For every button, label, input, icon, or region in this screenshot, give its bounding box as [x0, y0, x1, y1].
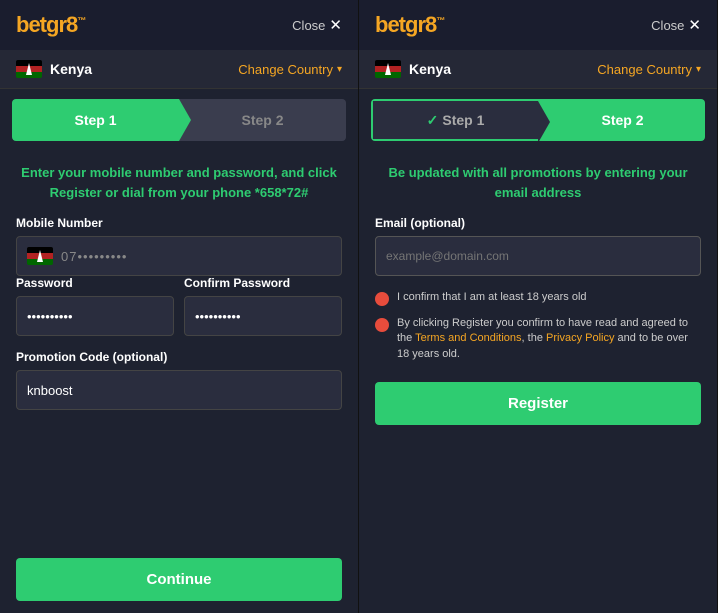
left-steps: Step 1 Step 2	[12, 99, 346, 141]
right-logo-text1: bet	[375, 12, 405, 37]
terms-confirm-radio[interactable]	[375, 318, 389, 332]
password-field-group: Password	[16, 276, 174, 336]
chevron-down-icon: ▾	[337, 64, 342, 75]
continue-button[interactable]: Continue	[16, 558, 342, 601]
left-country-bar: Kenya Change Country ▾	[0, 50, 358, 89]
left-flag-icon	[16, 60, 42, 78]
terms-link[interactable]: Terms and Conditions	[415, 332, 521, 344]
right-country-name: Kenya	[409, 61, 451, 77]
terms-confirm-row: By clicking Register you confirm to have…	[375, 316, 701, 362]
close-x-icon: ✕	[329, 16, 342, 34]
right-close-label: Close	[651, 18, 684, 33]
age-confirm-row: I confirm that I am at least 18 years ol…	[375, 290, 701, 306]
promo-input[interactable]	[16, 370, 342, 410]
right-step2-label: Step 2	[601, 112, 643, 128]
privacy-link[interactable]: Privacy Policy	[546, 332, 614, 344]
right-panel: betgr8™ Close ✕ Kenya Change Country ▾ ✓…	[359, 0, 718, 613]
mobile-flag-icon	[27, 247, 53, 265]
mobile-input-wrapper	[16, 236, 342, 276]
left-step2[interactable]: Step 2	[179, 99, 346, 141]
promo-label: Promotion Code (optional)	[16, 350, 342, 364]
right-header: betgr8™ Close ✕	[359, 0, 717, 50]
right-change-country-button[interactable]: Change Country ▾	[597, 62, 701, 77]
age-confirm-radio[interactable]	[375, 292, 389, 306]
right-steps: ✓ Step 1 Step 2	[371, 99, 705, 141]
right-logo: betgr8™	[375, 12, 444, 38]
mobile-input[interactable]	[61, 249, 331, 264]
step1-label: Step 1	[74, 112, 116, 128]
logo-text2: gr8	[46, 12, 77, 37]
left-content: Enter your mobile number and password, a…	[0, 151, 358, 613]
terms-text-part2: , the	[522, 332, 546, 344]
mobile-label: Mobile Number	[16, 216, 342, 230]
right-change-country-label: Change Country	[597, 62, 692, 77]
password-row: Password Confirm Password	[16, 276, 342, 336]
email-input[interactable]	[375, 236, 701, 276]
step1-check-icon: ✓	[427, 112, 439, 129]
left-instruction: Enter your mobile number and password, a…	[16, 163, 342, 202]
right-logo-text2: gr8	[405, 12, 436, 37]
right-country-bar: Kenya Change Country ▾	[359, 50, 717, 89]
right-step2[interactable]: Step 2	[540, 99, 705, 141]
left-country-info: Kenya	[16, 60, 92, 78]
left-logo: betgr8™	[16, 12, 85, 38]
right-chevron-down-icon: ▾	[696, 64, 701, 75]
right-content: Be updated with all promotions by enteri…	[359, 151, 717, 613]
confirm-input[interactable]	[184, 296, 342, 336]
logo-tm: ™	[77, 16, 85, 26]
right-close-x-icon: ✕	[688, 16, 701, 34]
email-label: Email (optional)	[375, 216, 701, 230]
password-label: Password	[16, 276, 174, 290]
left-header: betgr8™ Close ✕	[0, 0, 358, 50]
left-change-country-button[interactable]: Change Country ▾	[238, 62, 342, 77]
right-flag-icon	[375, 60, 401, 78]
close-label: Close	[292, 18, 325, 33]
confirm-field-group: Confirm Password	[184, 276, 342, 336]
right-close-button[interactable]: Close ✕	[651, 16, 701, 34]
left-close-button[interactable]: Close ✕	[292, 16, 342, 34]
right-logo-tm: ™	[436, 16, 444, 26]
left-step1[interactable]: Step 1	[12, 99, 179, 141]
step2-label: Step 2	[241, 112, 283, 128]
right-instruction: Be updated with all promotions by enteri…	[375, 163, 701, 202]
age-confirm-text: I confirm that I am at least 18 years ol…	[397, 290, 587, 305]
left-country-name: Kenya	[50, 61, 92, 77]
terms-confirm-text: By clicking Register you confirm to have…	[397, 316, 701, 362]
left-panel: betgr8™ Close ✕ Kenya Change Country ▾ S…	[0, 0, 359, 613]
right-country-info: Kenya	[375, 60, 451, 78]
confirm-label: Confirm Password	[184, 276, 342, 290]
logo-text1: bet	[16, 12, 46, 37]
right-step1-label: Step 1	[442, 112, 484, 128]
right-step1[interactable]: ✓ Step 1	[371, 99, 540, 141]
password-input[interactable]	[16, 296, 174, 336]
register-button[interactable]: Register	[375, 382, 701, 425]
left-change-country-label: Change Country	[238, 62, 333, 77]
